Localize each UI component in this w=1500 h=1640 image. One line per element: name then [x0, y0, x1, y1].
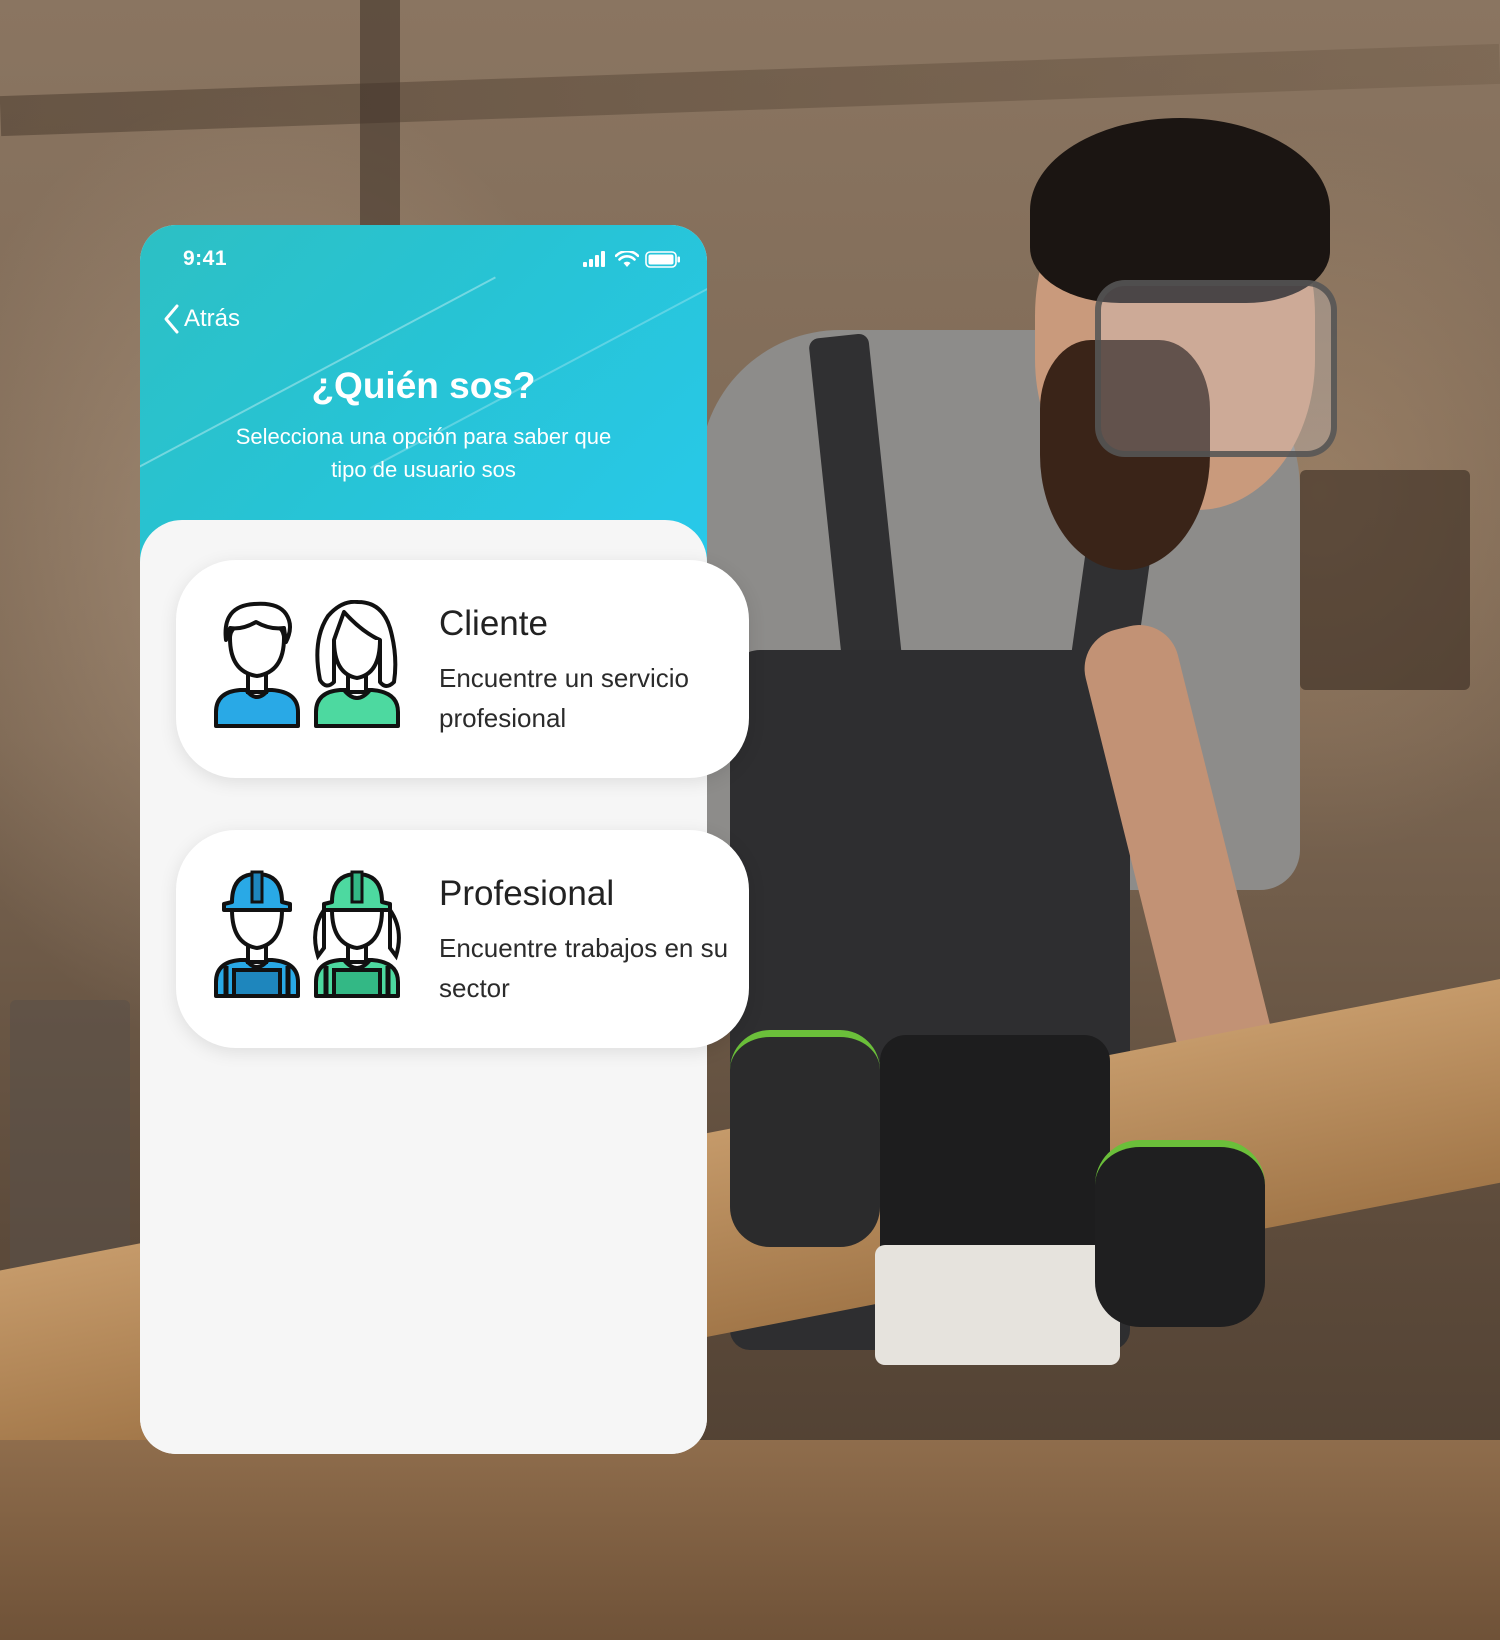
wifi-icon: [615, 250, 639, 267]
signal-icon: [583, 251, 605, 267]
back-button[interactable]: Atrás: [162, 303, 240, 335]
battery-icon: [645, 250, 680, 268]
professional-avatars-icon: [212, 870, 402, 1000]
option-card-cliente[interactable]: Cliente Encuentre un servicio profesiona…: [176, 560, 749, 778]
option-card-profesional[interactable]: Profesional Encuentre trabajos en su sec…: [176, 830, 749, 1048]
page-subtitle: Selecciona una opción para saber que tip…: [235, 424, 612, 482]
status-icons: [583, 249, 681, 269]
option-description: Encuentre un servicio profesional: [439, 663, 690, 733]
option-title: Profesional: [439, 874, 615, 913]
option-description: Encuentre trabajos en su sector: [439, 933, 729, 1003]
option-title: Cliente: [439, 604, 548, 643]
page-title: ¿Quién sos?: [311, 365, 536, 406]
header: 9:41 Atrás ¿Quién sos? Selecciona una op…: [140, 225, 707, 565]
client-avatars-icon: [212, 599, 402, 730]
back-label: Atrás: [184, 305, 241, 332]
status-bar: 9:41: [140, 247, 707, 287]
chevron-left-icon: [164, 304, 179, 334]
status-time: 9:41: [183, 247, 228, 270]
